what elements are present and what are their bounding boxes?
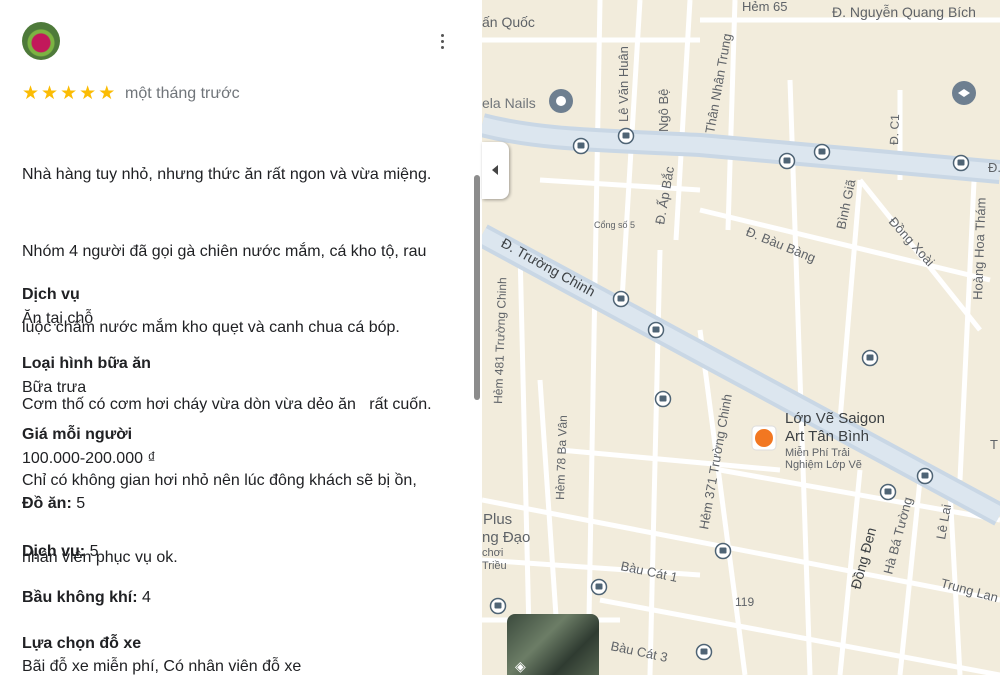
map-label: Ngô Bệ [656, 89, 671, 132]
bus-stop-icon[interactable] [952, 154, 970, 172]
reviewer-avatar[interactable] [22, 22, 60, 60]
map-label: Triều [482, 560, 507, 572]
map-label: Bàu Cát 3 [609, 638, 669, 665]
service-heading: Dịch vụ [22, 286, 80, 303]
map-label: Đ. Nguyễn Quang Bích [832, 4, 976, 20]
bus-stop-icon[interactable] [714, 542, 732, 560]
star-icon: ★ [60, 82, 78, 104]
bus-stop-icon[interactable] [879, 483, 897, 501]
map-label: Trung Lan [939, 575, 1000, 605]
bus-stop-icon[interactable] [590, 578, 608, 596]
map-label: 119 [735, 595, 754, 609]
food-score-value: 5 [71, 495, 86, 512]
map-svg[interactable]: Hẻm 65 Đ. Nguyễn Quang Bích ấn Quốc ela … [482, 0, 1000, 675]
map-label: Đ. Ấp Bắc [652, 165, 677, 226]
meal-type-value: Bữa trưa [22, 379, 87, 396]
art-school-pin-icon[interactable] [751, 425, 777, 451]
review-panel: ★ ★ ★ ★ ★ một tháng trước Nhà hàng tuy n… [0, 0, 482, 675]
review-line: Cơm thố có cơm hơi cháy vừa dòn vừa dẻo … [22, 395, 432, 413]
service-score-label: Dịch vụ: [22, 543, 86, 560]
map-label: Hẻm 78 Ba Vân [553, 415, 570, 500]
map-label: chơi [482, 547, 503, 559]
map-canvas[interactable]: Hẻm 65 Đ. Nguyễn Quang Bích ấn Quốc ela … [482, 0, 1000, 675]
poi-name: Lớp Vẽ Saigon [785, 410, 885, 427]
star-icon: ★ [79, 82, 97, 104]
map-label: Bàu Cát 1 [619, 558, 679, 585]
school-pin-icon[interactable] [952, 81, 976, 105]
map-label: ấn Quốc [482, 14, 535, 30]
food-score: Đồ ăn: 5 [22, 495, 85, 513]
food-score-label: Đồ ăn: [22, 495, 72, 512]
map-label: Plus [483, 511, 512, 528]
price-heading: Giá mỗi người [22, 426, 133, 443]
layers-icon: ◈ [515, 658, 526, 674]
collapse-arrow-icon [492, 165, 498, 175]
map-label: Hoàng Hoa Thám [970, 197, 989, 300]
map-label: ela Nails [482, 95, 536, 111]
parking-heading: Lựa chọn đỗ xe [22, 635, 142, 652]
collapse-panel-button[interactable] [482, 142, 509, 199]
panel-scrollbar[interactable] [474, 175, 480, 400]
poi-name: Art Tân Bình [785, 428, 869, 445]
map-label: Cổng số 5 [594, 220, 635, 230]
map-label: T [990, 437, 998, 452]
star-icon: ★ [98, 82, 116, 104]
atmosphere-score-label: Bầu không khí: [22, 589, 138, 606]
poi-subtitle: Miễn Phí Trải [785, 446, 850, 459]
review-date: một tháng trước [125, 85, 240, 102]
map-label: Đ. [988, 160, 1000, 175]
nail-salon-pin-icon[interactable] [549, 89, 573, 113]
rating-stars: ★ ★ ★ ★ ★ [22, 83, 117, 103]
bus-stop-icon[interactable] [647, 321, 665, 339]
bus-stop-icon[interactable] [612, 290, 630, 308]
map-label: Đ. Trường Chinh [499, 235, 599, 300]
bus-stop-icon[interactable] [489, 597, 507, 615]
service-score-value: 5 [85, 543, 99, 560]
layers-button[interactable]: ◈ [507, 614, 599, 675]
bus-stop-icon[interactable] [617, 127, 635, 145]
price-value: 100.000-200.000 ₫ [22, 450, 156, 467]
more-vert-icon[interactable] [436, 34, 448, 52]
bus-stop-icon[interactable] [916, 467, 934, 485]
bus-stop-icon[interactable] [813, 143, 831, 161]
parking-value: Bãi đỗ xe miễn phí, Có nhân viên đỗ xe [22, 658, 302, 675]
service-value: Ăn tại chỗ [22, 310, 94, 327]
poi-subtitle: Nghiệm Lớp Vẽ [785, 459, 862, 471]
service-score: Dịch vụ: 5 [22, 543, 98, 561]
bus-stop-icon[interactable] [572, 137, 590, 155]
atmosphere-score: Bầu không khí: 4 [22, 589, 151, 607]
review-line: Chỉ có không gian hơi nhỏ nên lúc đông k… [22, 472, 417, 489]
map-label: Lê Văn Huân [616, 46, 631, 122]
bus-stop-icon[interactable] [861, 349, 879, 367]
map-label: Hẻm 481 Trường Chinh [491, 277, 509, 404]
map-label: Hẻm 65 [742, 0, 788, 14]
bus-stop-icon[interactable] [778, 152, 796, 170]
star-icon: ★ [22, 82, 40, 104]
bus-stop-icon[interactable] [695, 643, 713, 661]
bus-stop-icon[interactable] [654, 390, 672, 408]
map-label: ng Đạo [482, 529, 530, 546]
star-icon: ★ [41, 82, 59, 104]
review-line: Nhóm 4 người đã gọi gà chiên nước mắm, c… [22, 242, 427, 260]
review-line: Nhà hàng tuy nhỏ, nhưng thức ăn rất ngon… [22, 166, 432, 183]
meal-type-heading: Loại hình bữa ăn [22, 355, 151, 372]
atmosphere-score-value: 4 [137, 589, 151, 606]
map-label: Đ. C1 [887, 114, 902, 145]
